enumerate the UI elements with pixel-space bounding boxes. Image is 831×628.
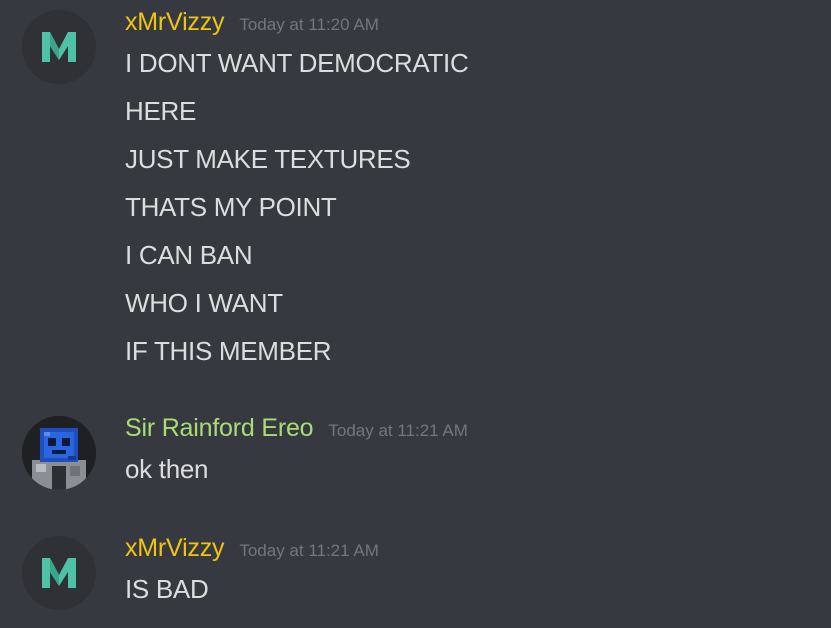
v-logo-icon [42, 558, 76, 588]
message-text: IS BAD [125, 574, 209, 604]
message-text: WHO I WANT [125, 288, 283, 318]
avatar[interactable] [22, 536, 96, 610]
message-header: xMrVizzy Today at 11:20 AM [125, 8, 379, 42]
message-header: Sir Rainford Ereo Today at 11:21 AM [125, 414, 468, 448]
message-text: THATS MY POINT [125, 192, 337, 222]
username[interactable]: Sir Rainford Ereo [125, 414, 314, 443]
username[interactable]: xMrVizzy [125, 534, 225, 563]
message-text: IF THIS MEMBER [125, 336, 332, 366]
message-text: JUST MAKE TEXTURES [125, 144, 411, 174]
message-text: ok then [125, 454, 209, 484]
avatar[interactable] [22, 10, 96, 84]
username[interactable]: xMrVizzy [125, 8, 225, 37]
message-group: xMrVizzy Today at 11:21 AM IS BAD [0, 534, 831, 614]
message-text: I DONT WANT DEMOCRATIC [125, 48, 469, 78]
avatar[interactable] [22, 416, 96, 490]
pixel-character-avatar-icon [22, 416, 96, 490]
timestamp: Today at 11:20 AM [239, 15, 379, 34]
timestamp: Today at 11:21 AM [239, 541, 379, 560]
chat-messages: xMrVizzy Today at 11:20 AM I DONT WANT D… [0, 0, 831, 628]
timestamp: Today at 11:21 AM [328, 421, 468, 440]
v-logo-icon [42, 32, 76, 62]
message-text: HERE [125, 96, 197, 126]
message-group: Sir Rainford Ereo Today at 11:21 AM ok t… [0, 414, 831, 494]
message-header: xMrVizzy Today at 11:21 AM [125, 534, 379, 568]
message-group: xMrVizzy Today at 11:20 AM I DONT WANT D… [0, 8, 831, 378]
message-text: I CAN BAN [125, 240, 253, 270]
